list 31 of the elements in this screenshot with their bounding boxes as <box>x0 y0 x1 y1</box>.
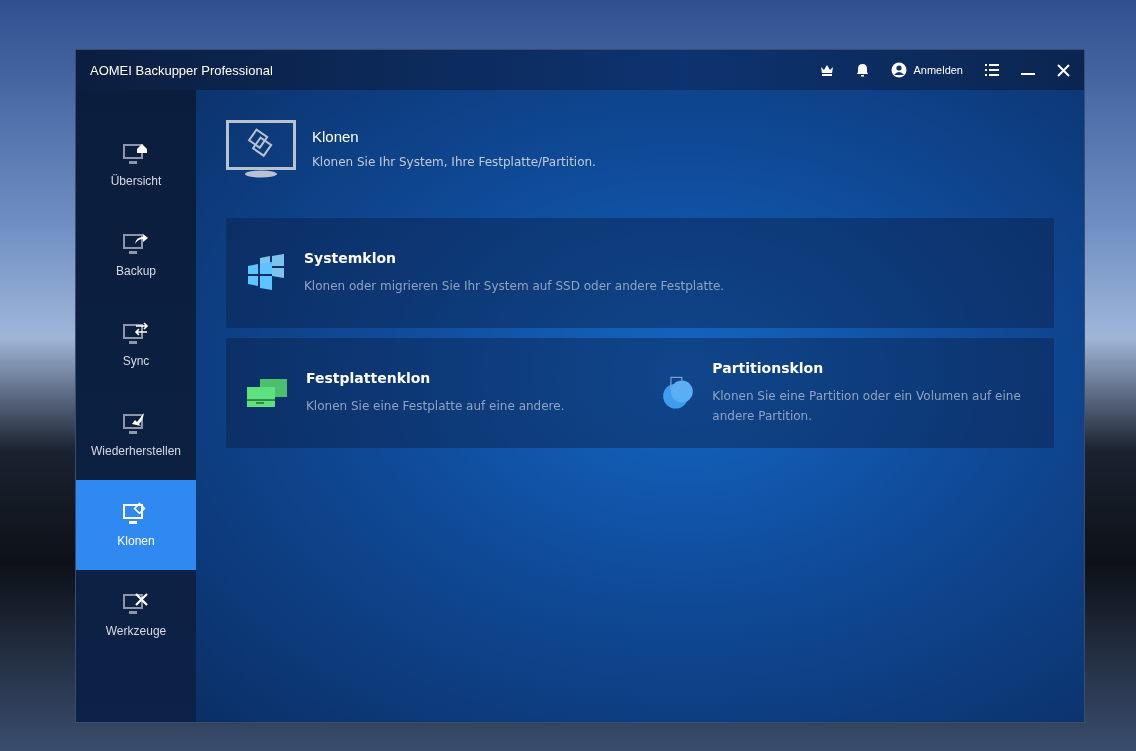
hard-drive-icon <box>246 377 288 409</box>
monitor-icon <box>123 232 149 256</box>
sidebar-item[interactable]: Backup <box>76 210 196 300</box>
card-title: Festplattenklon <box>306 370 432 386</box>
monitor-clone-icon <box>226 120 296 178</box>
bell-icon[interactable] <box>856 63 870 77</box>
clone-option-card[interactable]: Systemklon Klonen oder migrieren Sie Ihr System auf SSD oder andere Festplatte. <box>226 218 1054 328</box>
clone-option-card[interactable]: Partitionsklon Klonen Sie eine Partition oder ein Volumen auf eine andere Partition. <box>640 338 1054 448</box>
clone-option-card[interactable]: Festplattenklon Klonen Sie eine Festplatte auf eine andere. <box>226 338 640 448</box>
card-description: Klonen oder migrieren Sie Ihr System auf SSD oder andere Festplatte. <box>304 278 725 295</box>
user-icon <box>891 62 908 78</box>
monitor-icon <box>123 322 149 346</box>
sidebar-item[interactable]: Klonen <box>76 480 196 570</box>
card-description: Klonen Sie eine Partition oder ein Volumen auf eine andere Partition. <box>712 388 1022 425</box>
monitor-icon <box>123 592 149 616</box>
window-title: AOMEI Backupper Professional <box>90 62 274 78</box>
sidebar-item[interactable]: Wiederherstellen <box>76 390 196 480</box>
menu-icon[interactable] <box>985 64 999 76</box>
login-button[interactable]: Anmelden <box>891 62 963 78</box>
sidebar-item[interactable]: Werkzeuge <box>76 570 196 660</box>
card-title: Partitionsklon <box>712 360 825 376</box>
page-subtitle: Klonen Sie Ihr System, Ihre Festplatte/Partition. <box>312 155 596 169</box>
sidebar-item[interactable]: Sync <box>76 300 196 390</box>
card-description: Klonen Sie eine Festplatte auf eine andere. <box>306 398 565 415</box>
crown-icon[interactable] <box>820 64 835 76</box>
close-icon[interactable] <box>1057 63 1070 77</box>
monitor-icon <box>123 502 149 526</box>
card-title: Systemklon <box>304 250 397 266</box>
page-title: Klonen <box>312 128 360 145</box>
sidebar-item[interactable]: Übersicht <box>76 120 196 210</box>
monitor-icon <box>123 142 149 166</box>
